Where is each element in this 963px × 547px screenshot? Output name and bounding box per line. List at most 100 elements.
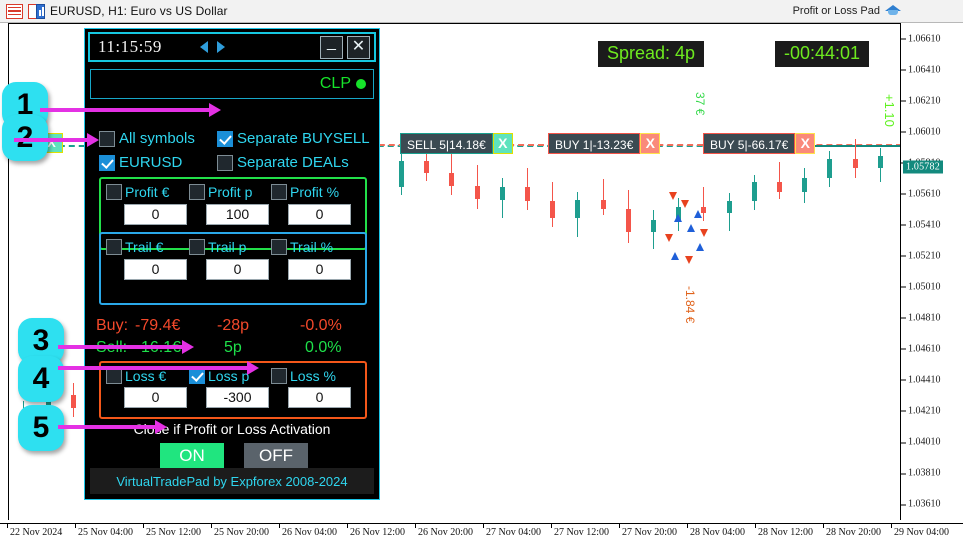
candlestick — [499, 24, 505, 520]
time-tick: 27 Nov 20:00 — [619, 523, 677, 538]
input-profit-percent[interactable]: 0 — [288, 204, 351, 225]
candlestick — [802, 24, 808, 520]
option-separate-buysell[interactable]: Separate BUYSELL — [217, 130, 370, 147]
input-trail-percent[interactable]: 0 — [288, 259, 351, 280]
position-close-button[interactable]: X — [492, 133, 513, 154]
candlestick — [751, 24, 757, 520]
time-tick: 25 Nov 04:00 — [75, 523, 133, 538]
time-tick: 27 Nov 04:00 — [483, 523, 541, 538]
panel-footer: VirtualTradePad by Expforex 2008-2024 — [90, 468, 374, 494]
summary-buy-percent: -0.0% — [300, 317, 342, 334]
spread-badge: Spread: 4p — [598, 41, 705, 67]
price-tick: 1.04810 — [901, 313, 941, 324]
entry-marker-icon — [681, 200, 689, 208]
position-label-sell[interactable]: SELL 5|14.18€ X — [400, 133, 513, 154]
option-eurusd[interactable]: EURUSD — [99, 154, 182, 171]
entry-marker-icon — [687, 224, 695, 232]
checkbox-trail-money[interactable] — [106, 239, 122, 255]
position-label-buy-5[interactable]: BUY 5|-66.17€ X — [703, 133, 816, 154]
time-tick: 28 Nov 12:00 — [755, 523, 813, 538]
label-profit-percent: Profit % — [290, 184, 340, 200]
candlestick — [651, 24, 656, 520]
input-trail-points[interactable]: 0 — [206, 259, 269, 280]
candlestick — [550, 24, 556, 520]
input-loss-percent[interactable]: 0 — [288, 387, 351, 408]
price-tick: 1.06210 — [901, 95, 941, 106]
price-tick: 1.03610 — [901, 499, 941, 510]
checkbox-loss-points[interactable] — [189, 368, 205, 384]
panel-header[interactable]: 11:15:59 _ ✕ — [88, 32, 376, 62]
label-trail-percent: Trail % — [290, 239, 334, 255]
checkbox-profit-money[interactable] — [106, 184, 122, 200]
entry-marker-icon — [674, 214, 682, 222]
entry-marker-icon — [700, 229, 708, 237]
candlestick — [625, 24, 631, 520]
chart-icon[interactable] — [28, 3, 45, 19]
price-tick: 1.05410 — [901, 219, 941, 230]
price-tick: 1.06410 — [901, 64, 941, 75]
input-loss-points[interactable]: -300 — [206, 387, 269, 408]
annotation-arrow-5 — [58, 420, 167, 434]
time-tick: 28 Nov 04:00 — [687, 523, 745, 538]
candlestick — [399, 24, 404, 520]
checkbox-separate-buysell[interactable] — [217, 130, 233, 147]
position-close-button[interactable]: X — [640, 133, 661, 154]
option-label: Separate BUYSELL — [237, 130, 370, 147]
prev-arrow-icon[interactable] — [199, 41, 208, 53]
price-tick: 1.04210 — [901, 406, 941, 417]
position-label-buy-1[interactable]: BUY 1|-13.23€ X — [548, 133, 661, 154]
graduation-cap-icon[interactable] — [885, 4, 901, 17]
position-close-button[interactable]: X — [795, 133, 816, 154]
candlestick — [726, 24, 732, 520]
price-tick: 1.03810 — [901, 468, 941, 479]
pad-title-label: Profit or Loss Pad — [792, 4, 880, 17]
annotation-arrow-1 — [40, 103, 221, 117]
candlestick — [701, 24, 707, 520]
checkbox-separate-deals[interactable] — [217, 154, 233, 171]
input-profit-points[interactable]: 100 — [206, 204, 269, 225]
summary-buy-money: -79.4€ — [135, 317, 181, 334]
time-tick: 25 Nov 12:00 — [143, 523, 201, 538]
candlestick — [827, 24, 833, 520]
checkbox-loss-percent[interactable] — [271, 368, 287, 384]
option-separate-deals[interactable]: Separate DEALs — [217, 154, 349, 171]
label-loss-percent: Loss % — [290, 368, 336, 384]
candlestick — [575, 24, 581, 520]
price-tick: 1.04010 — [901, 437, 941, 448]
price-axis[interactable]: 1.066101.064101.062101.060101.058101.056… — [901, 23, 963, 523]
time-tick: 26 Nov 20:00 — [415, 523, 473, 538]
time-tick: 27 Nov 12:00 — [551, 523, 609, 538]
close-icon[interactable]: ✕ — [347, 35, 370, 59]
virtualtradepad-panel[interactable]: 11:15:59 _ ✕ CLP All symbols Separate BU… — [84, 28, 380, 500]
input-trail-money[interactable]: 0 — [124, 259, 187, 280]
profit-loss-pad-header: Profit or Loss Pad — [793, 4, 901, 17]
option-all-symbols[interactable]: All symbols — [99, 130, 195, 147]
next-arrow-icon[interactable] — [216, 41, 225, 53]
list-icon[interactable] — [6, 3, 23, 19]
summary-buy-label: Buy: — [96, 317, 129, 334]
checkbox-all-symbols[interactable] — [99, 130, 115, 147]
candlestick — [449, 24, 455, 520]
time-axis[interactable]: 22 Nov 2024 25 Nov 04:00 25 Nov 12:00 25 No… — [0, 523, 963, 547]
label-trail-points: Trail p — [208, 239, 247, 255]
checkbox-profit-percent[interactable] — [271, 184, 287, 200]
input-loss-money[interactable]: 0 — [124, 387, 187, 408]
time-tick: 29 Nov 04:00 — [891, 523, 949, 538]
panel-subheader: CLP — [90, 69, 374, 99]
candlestick — [877, 24, 883, 520]
entry-marker-icon — [685, 256, 693, 264]
position-label-text: BUY 5|-66.17€ — [703, 133, 796, 154]
input-profit-money[interactable]: 0 — [124, 204, 187, 225]
checkbox-loss-money[interactable] — [106, 368, 122, 384]
checkbox-trail-percent[interactable] — [271, 239, 287, 255]
checkbox-profit-points[interactable] — [189, 184, 205, 200]
annotation-arrow-2 — [14, 133, 99, 147]
checkbox-trail-points[interactable] — [189, 239, 205, 255]
time-tick: 26 Nov 12:00 — [347, 523, 405, 538]
checkbox-eurusd[interactable] — [99, 154, 115, 171]
option-label: EURUSD — [119, 154, 183, 171]
activation-on-button[interactable]: ON — [160, 443, 224, 470]
activation-off-button[interactable]: OFF — [244, 443, 308, 470]
minimize-button[interactable]: _ — [320, 34, 343, 59]
callout-badge-4: 4 — [18, 356, 64, 402]
